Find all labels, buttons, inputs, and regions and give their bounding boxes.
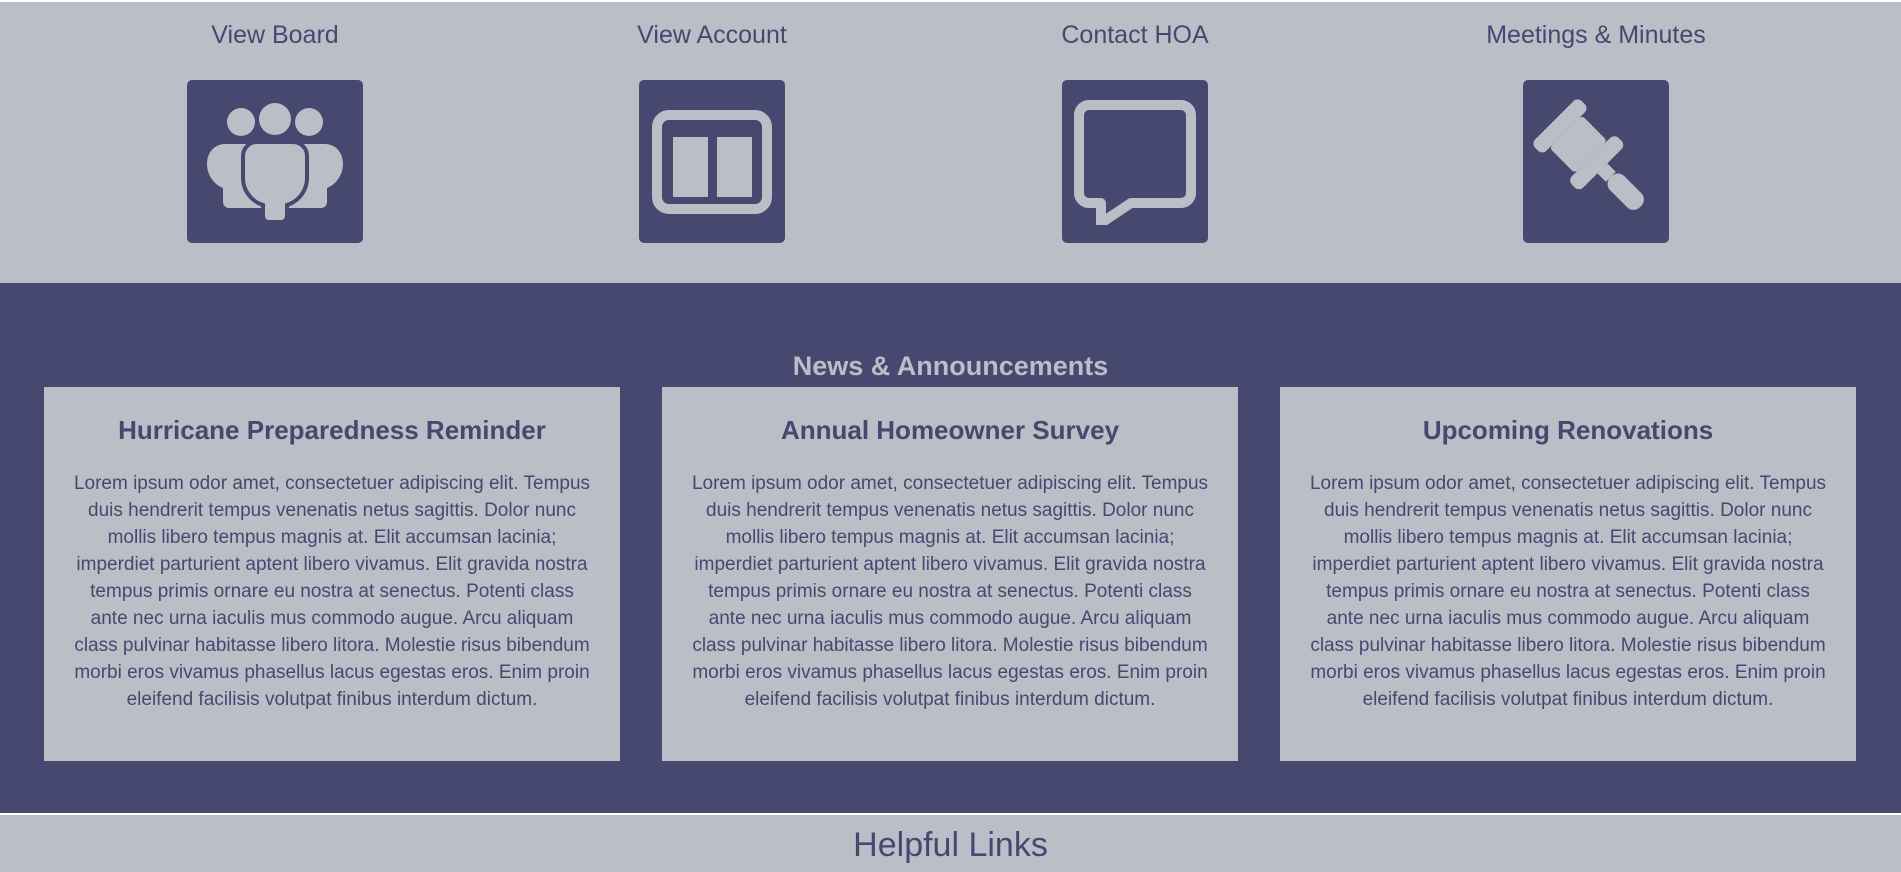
news-card-body: Lorem ipsum odor amet, consectetuer adip… bbox=[691, 473, 1209, 710]
page: View Board View Account Contact HOA Meet… bbox=[0, 0, 1901, 872]
news-card[interactable]: Upcoming Renovations Lorem ipsum odor am… bbox=[1280, 387, 1856, 761]
news-card-title: Hurricane Preparedness Reminder bbox=[118, 415, 546, 445]
news-card-title: Upcoming Renovations bbox=[1422, 415, 1714, 445]
meetings-minutes-link[interactable]: Meetings & Minutes bbox=[1446, 2, 1746, 243]
news-card-title: Annual Homeowner Survey bbox=[780, 415, 1120, 445]
news-card[interactable]: Annual Homeowner Survey Lorem ipsum odor… bbox=[662, 387, 1238, 761]
meetings-minutes-label: Meetings & Minutes bbox=[1486, 21, 1706, 49]
view-account-link[interactable]: View Account bbox=[612, 2, 812, 243]
contact-hoa-label: Contact HOA bbox=[1061, 21, 1209, 49]
news-card-body: Lorem ipsum odor amet, consectetuer adip… bbox=[73, 473, 591, 710]
helpful-links-section: Helpful Links bbox=[0, 813, 1901, 872]
chat-bubble-icon bbox=[1062, 80, 1208, 243]
quick-links-bar: View Board View Account Contact HOA Meet… bbox=[0, 2, 1901, 283]
view-board-link[interactable]: View Board bbox=[175, 2, 375, 243]
news-section-title: News & Announcements bbox=[792, 351, 1109, 382]
columns-icon bbox=[639, 80, 785, 243]
users-icon bbox=[187, 80, 363, 243]
news-card-body: Lorem ipsum odor amet, consectetuer adip… bbox=[1309, 473, 1827, 710]
helpful-links-title: Helpful Links bbox=[853, 826, 1048, 864]
gavel-icon bbox=[1523, 80, 1669, 243]
view-account-label: View Account bbox=[637, 21, 787, 49]
news-section: News & Announcements Hurricane Preparedn… bbox=[0, 283, 1901, 813]
view-board-label: View Board bbox=[211, 21, 339, 49]
contact-hoa-link[interactable]: Contact HOA bbox=[1035, 2, 1235, 243]
news-card[interactable]: Hurricane Preparedness Reminder Lorem ip… bbox=[44, 387, 620, 761]
